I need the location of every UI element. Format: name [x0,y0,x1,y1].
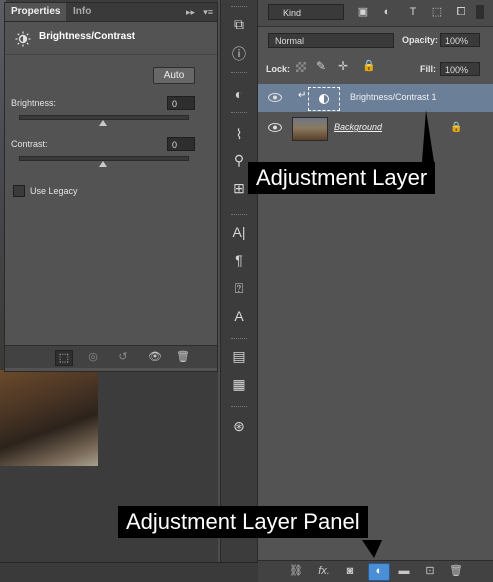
panel-menu-icon[interactable]: ▾≡ [203,3,213,21]
character-icon[interactable]: A| [229,222,249,242]
contrast-label: Contrast: [11,139,48,149]
contrast-slider-thumb[interactable] [99,161,107,167]
blend-mode-select[interactable]: Normal [268,33,394,48]
lock-icon: 🔒 [450,122,463,133]
lock-all-icon[interactable]: 🔒 [362,59,376,72]
filter-kind-select[interactable]: Kind [268,4,344,20]
lock-position-icon[interactable]: ✛ [338,59,348,73]
info-icon[interactable]: ⓘ [229,44,249,64]
opacity-label: Opacity: [402,35,439,45]
new-adjustment-icon[interactable]: ◐ [368,563,390,581]
adjustment-filter-icon[interactable]: ◐ [380,5,394,19]
pixel-filter-icon[interactable]: ▣ [356,5,370,19]
use-legacy-label: Use Legacy [30,186,78,196]
fx-icon[interactable]: fx. [316,564,332,578]
paragraph-icon[interactable]: ¶ [229,250,249,270]
mask-icon[interactable]: ◙ [342,564,358,578]
adjustment-title: Brightness/Contrast [39,31,136,42]
adjustment-icon[interactable]: ◐ [229,84,249,104]
paragraph-styles-icon[interactable]: ⍰ [229,278,249,298]
eye-icon[interactable] [268,123,282,132]
layer-row-adjustment[interactable]: ↵ Brightness/Contrast 1 [258,84,493,112]
link-icon[interactable]: ⛓ [288,564,304,578]
layer-name[interactable]: Brightness/Contrast 1 [350,92,437,102]
background-layer-thumbnail[interactable] [292,117,328,141]
contrast-value-field[interactable]: 0 [167,137,195,151]
clip-to-layer-icon[interactable]: ⬚ [55,350,73,366]
timeline-icon[interactable]: ⊛ [229,416,249,436]
lock-label: Lock: [266,64,291,74]
dock-grip[interactable] [231,338,247,341]
clip-arrow-icon: ↵ [298,90,307,101]
panel-dock-toolbar: ⧉ ⓘ ◐ ⌇ ⚲ ⊞ A| ¶ ⍰ A ▤ ▦ ⊛ [220,0,258,562]
callout-adjustment-layer: Adjustment Layer [248,162,436,194]
visibility-icon[interactable]: 👁 [147,350,163,364]
properties-header: Brightness/Contrast [5,22,217,55]
dock-grip[interactable] [231,112,247,115]
brightness-slider-thumb[interactable] [99,120,107,126]
layers-footer: ⛓ fx. ◙ ◐ ▬ ⊡ 🗑 [258,560,493,582]
filter-toggle[interactable] [476,5,484,19]
dock-grip[interactable] [231,214,247,217]
adjustment-layer-thumbnail[interactable] [308,87,340,111]
sun-icon [15,31,31,47]
collapse-panel-icon[interactable]: ▸▸ [186,3,195,21]
notes-icon[interactable]: ▤ [229,346,249,366]
properties-footer: ⬚ ◎ ↺ 👁 🗑 [5,345,217,368]
layer-name[interactable]: Background [334,122,382,132]
layers-panel: Kind ▣ ◐ T ⬚ ⧠ Normal Opacity: 100% Lock… [258,0,493,562]
view-previous-icon[interactable]: ◎ [85,350,101,364]
use-legacy-checkbox[interactable] [13,185,25,197]
tab-properties[interactable]: Properties [5,3,67,21]
reset-icon[interactable]: ↺ [115,350,131,364]
properties-tab-bar: Properties Info ▸▸ ▾≡ [5,3,217,22]
dock-grip[interactable] [231,6,247,9]
properties-panel: Properties Info ▸▸ ▾≡ Brightness/Contras… [4,2,218,372]
smart-object-filter-icon[interactable]: ⧠ [454,5,468,19]
clone-source-icon[interactable]: ⚲ [229,150,249,170]
delete-icon[interactable]: 🗑 [175,350,191,364]
callout-pointer [362,540,382,558]
callout-adjustment-layer-panel: Adjustment Layer Panel [118,506,368,538]
dock-grip[interactable] [231,406,247,409]
type-filter-icon[interactable]: T [406,5,420,19]
brightness-value-field[interactable]: 0 [167,96,195,110]
eye-icon[interactable] [268,93,282,102]
history-brush-icon[interactable]: ⧉ [229,14,249,34]
actions-icon[interactable]: ▦ [229,374,249,394]
callout-pointer [422,110,434,162]
fill-label: Fill: [420,64,436,74]
new-layer-icon[interactable]: ⊡ [422,564,438,578]
layers-filter-bar: Kind ▣ ◐ T ⬚ ⧠ [258,0,493,27]
photo-preview [0,370,98,466]
trash-icon[interactable]: 🗑 [448,564,464,578]
folder-icon[interactable]: ▬ [396,564,412,578]
fill-input[interactable]: 100% [440,62,480,76]
brush-presets-icon[interactable]: ⌇ [229,124,249,144]
dock-grip[interactable] [231,72,247,75]
shape-filter-icon[interactable]: ⬚ [430,5,444,19]
brightness-label: Brightness: [11,98,57,108]
tab-info[interactable]: Info [67,3,97,21]
character-styles-icon[interactable]: A [229,306,249,326]
lock-transparent-icon[interactable] [296,62,306,72]
lock-pixels-icon[interactable]: ✎ [316,59,326,73]
character-icon[interactable]: ⊞ [229,178,249,198]
layer-row-background[interactable]: Background 🔒 [258,114,493,142]
auto-button[interactable]: Auto [153,67,195,84]
opacity-input[interactable]: 100% [440,33,480,47]
